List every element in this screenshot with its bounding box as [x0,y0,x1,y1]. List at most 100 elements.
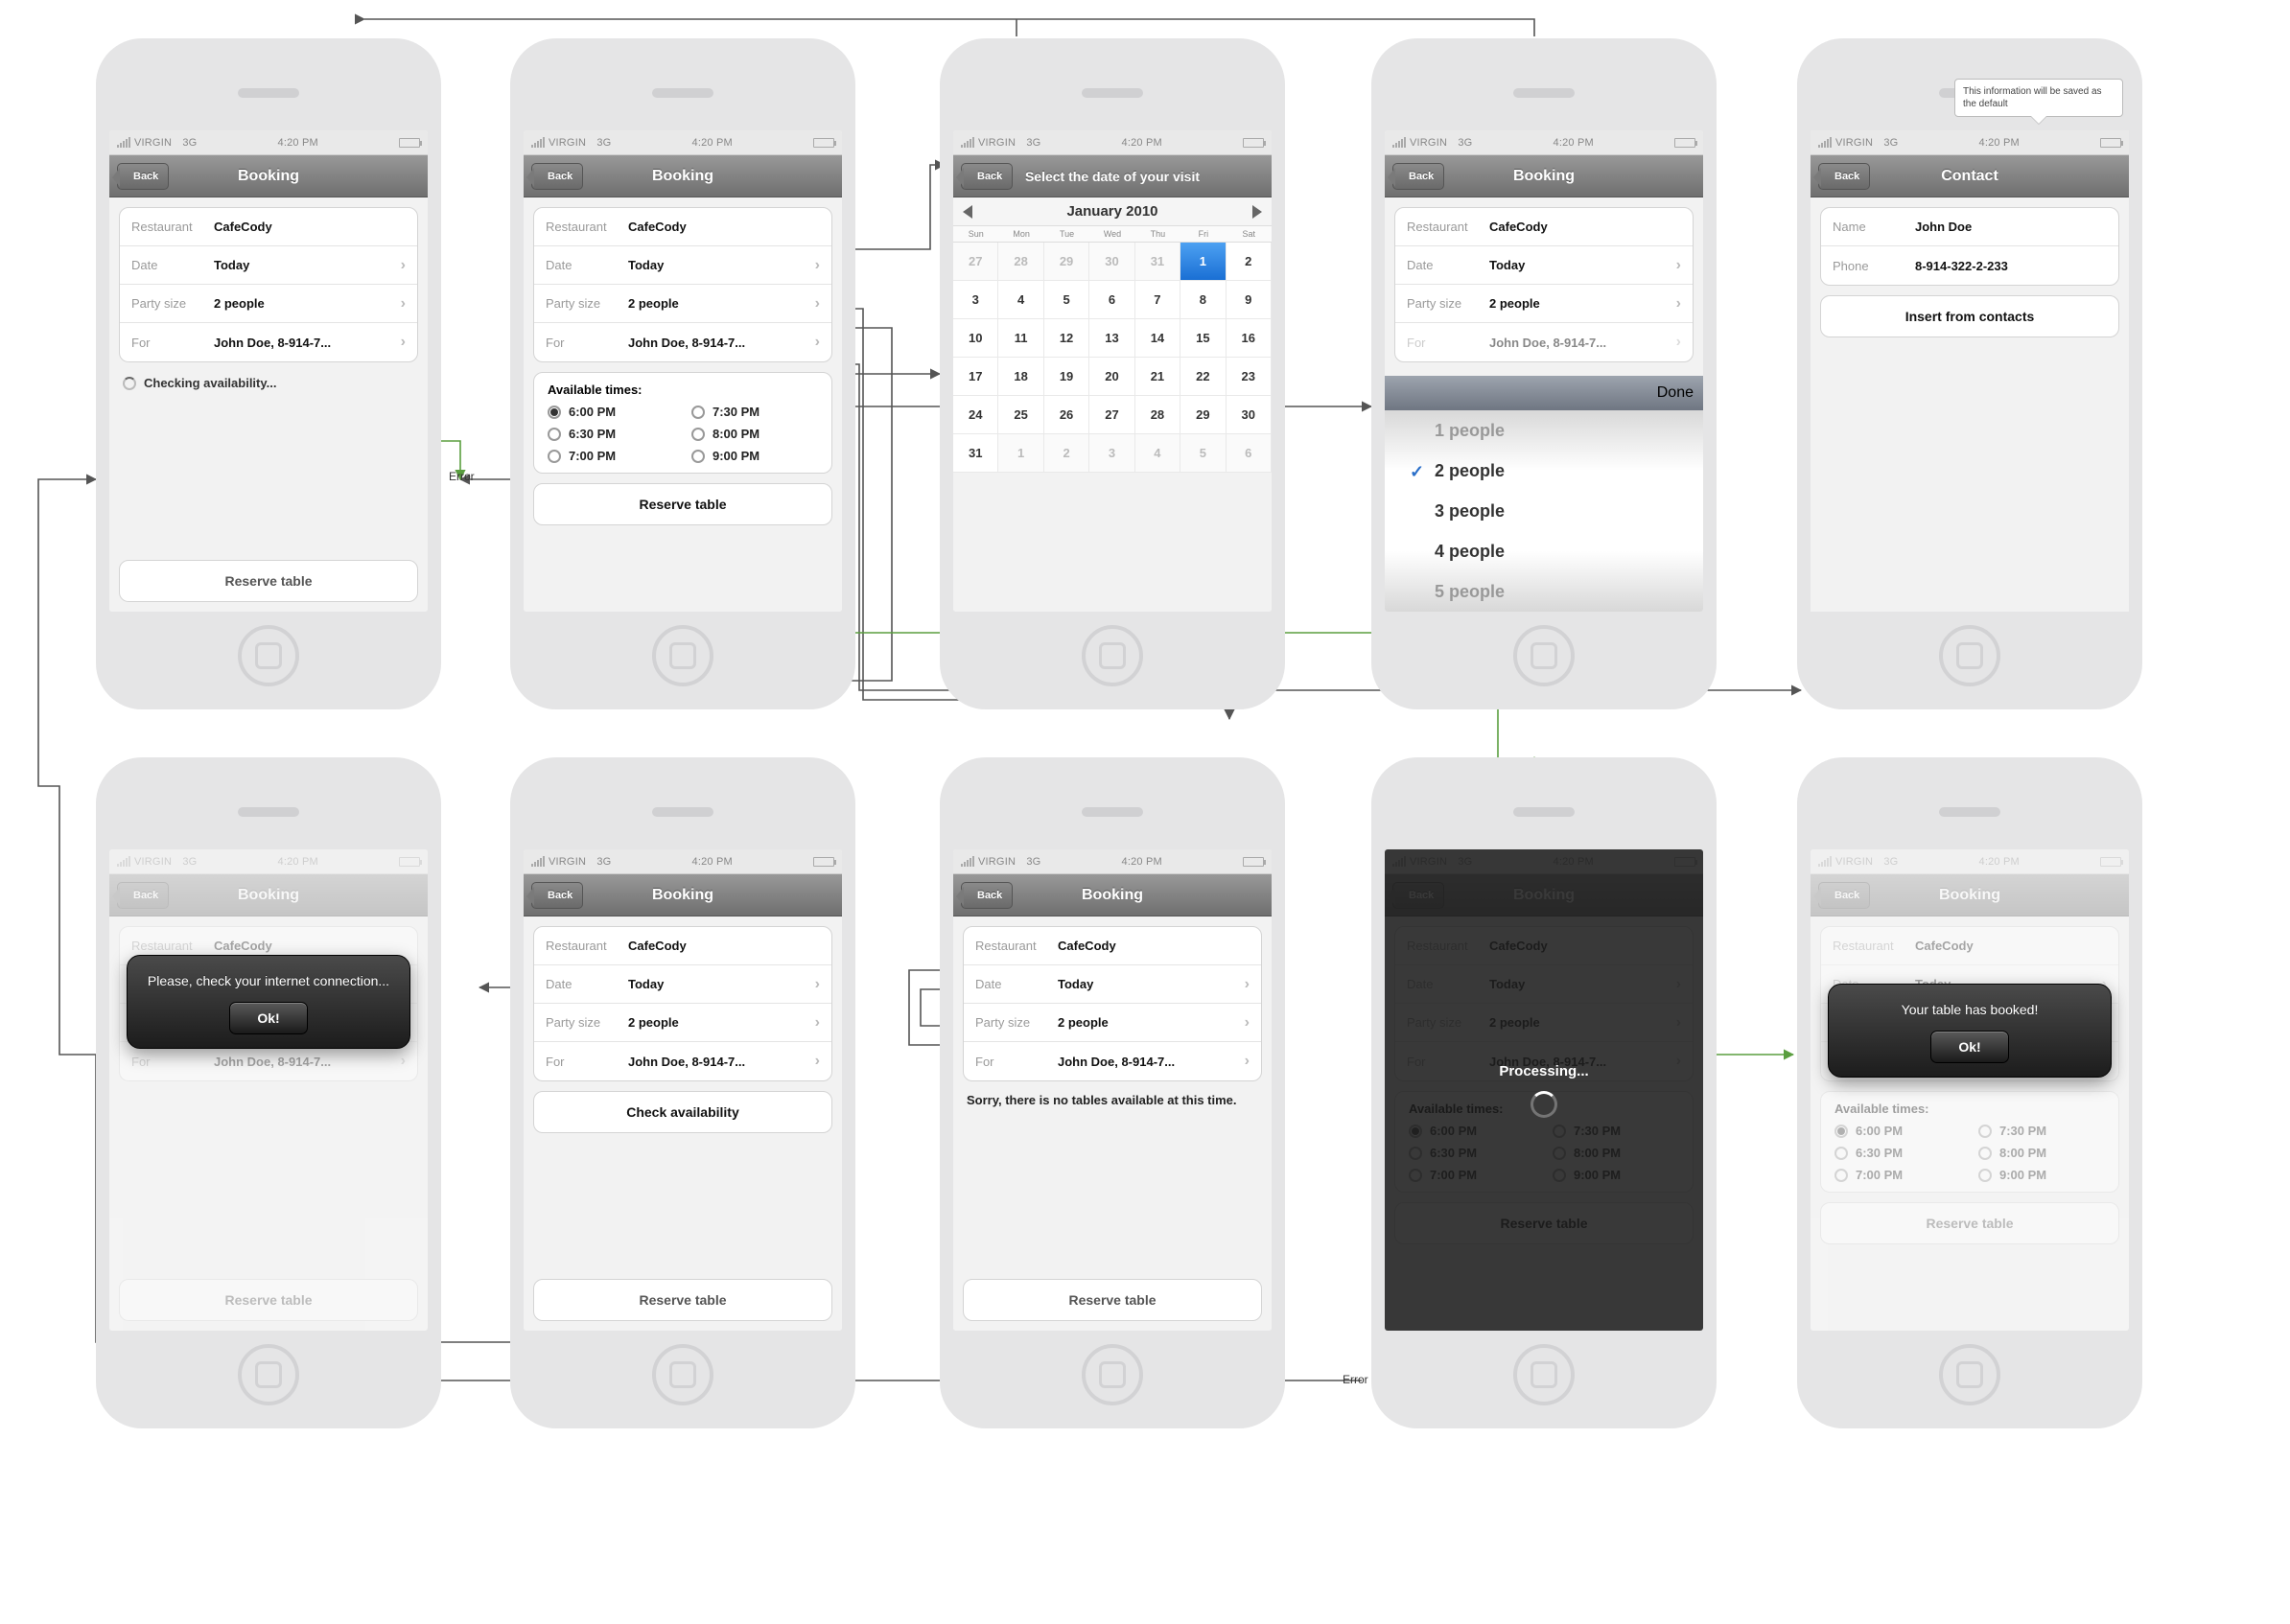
row-party-size[interactable]: Party size2 people› [534,285,831,323]
calendar-day[interactable]: 28 [998,243,1043,281]
calendar-day[interactable]: 31 [953,434,998,473]
back-button[interactable]: Back [117,882,169,909]
row-phone[interactable]: Phone8-914-322-2-233 [1821,246,2118,285]
time-option[interactable]: 9:00 PM [691,449,818,463]
calendar-day[interactable]: 1 [998,434,1043,473]
calendar-day[interactable]: 27 [953,243,998,281]
calendar-day[interactable]: 24 [953,396,998,434]
calendar-day[interactable]: 25 [998,396,1043,434]
time-option[interactable]: 7:30 PM [1978,1124,2105,1138]
calendar-day[interactable]: 31 [1135,243,1180,281]
row-for[interactable]: ForJohn Doe, 8-914-7...› [964,1042,1261,1080]
time-option[interactable]: 6:30 PM [548,427,674,441]
chevron-right-icon: › [815,295,820,313]
calendar-day[interactable]: 27 [1089,396,1134,434]
calendar-day[interactable]: 23 [1227,358,1272,396]
calendar-day[interactable]: 16 [1227,319,1272,358]
row-date[interactable]: DateToday› [120,246,417,285]
row-party-size[interactable]: Party size2 people› [964,1004,1261,1042]
calendar-day[interactable]: 20 [1089,358,1134,396]
calendar-day[interactable]: 30 [1089,243,1134,281]
calendar-day[interactable]: 13 [1089,319,1134,358]
time-option[interactable]: 7:30 PM [691,405,818,419]
calendar-day[interactable]: 2 [1227,243,1272,281]
calendar-day[interactable]: 28 [1135,396,1180,434]
row-date[interactable]: DateToday› [534,246,831,285]
calendar-day[interactable]: 26 [1044,396,1089,434]
calendar-day[interactable]: 1 [1180,243,1226,281]
calendar-day[interactable]: 6 [1089,281,1134,319]
calendar-day[interactable]: 17 [953,358,998,396]
next-month-button[interactable] [1252,205,1262,219]
row-date[interactable]: DateToday› [534,965,831,1004]
time-option[interactable]: 7:00 PM [548,449,674,463]
row-for[interactable]: ForJohn Doe, 8-914-7...› [534,1042,831,1080]
time-option[interactable]: 6:30 PM [1834,1146,1961,1160]
back-button[interactable]: Back [961,882,1013,909]
calendar-day[interactable]: 11 [998,319,1043,358]
calendar-day[interactable]: 7 [1135,281,1180,319]
row-date[interactable]: DateToday› [964,965,1261,1004]
row-party-size[interactable]: Party size2 people› [120,285,417,323]
time-option[interactable]: 8:00 PM [1978,1146,2105,1160]
calendar-day[interactable]: 5 [1044,281,1089,319]
ok-button[interactable]: Ok! [229,1002,307,1034]
insert-from-contacts-button[interactable]: Insert from contacts [1820,295,2119,337]
picker-option[interactable]: 5 people [1385,571,1703,612]
calendar-day[interactable]: 29 [1180,396,1226,434]
back-button[interactable]: Back [531,882,583,909]
calendar-day[interactable]: 2 [1044,434,1089,473]
row-party-size[interactable]: Party size2 people› [1395,285,1693,323]
calendar-day[interactable]: 3 [953,281,998,319]
row-name[interactable]: NameJohn Doe [1821,208,2118,246]
calendar-day[interactable]: 22 [1180,358,1226,396]
picker-option[interactable]: 3 people [1385,491,1703,531]
party-size-picker[interactable]: 1 people✓2 people3 people4 people5 peopl… [1385,410,1703,612]
time-option[interactable]: 6:00 PM [548,405,674,419]
reserve-button[interactable]: Reserve table [963,1279,1262,1321]
screen-date-picker: VIRGIN 3G4:20 PM BackSelect the date of … [940,38,1285,709]
back-button[interactable]: Back [117,163,169,190]
chevron-right-icon: › [1245,1053,1250,1070]
ok-button[interactable]: Ok! [1930,1031,2008,1063]
calendar-day[interactable]: 5 [1180,434,1226,473]
picker-option[interactable]: 2 people [1385,451,1703,491]
time-option[interactable]: 9:00 PM [1978,1168,2105,1182]
back-button[interactable]: Back [1818,163,1870,190]
check-availability-button[interactable]: Check availability [533,1091,832,1133]
calendar-day[interactable]: 29 [1044,243,1089,281]
row-for[interactable]: ForJohn Doe, 8-914-7...› [534,323,831,361]
calendar-day[interactable]: 4 [998,281,1043,319]
picker-option[interactable]: 1 people [1385,410,1703,451]
prev-month-button[interactable] [963,205,972,219]
time-option[interactable]: 6:00 PM [1834,1124,1961,1138]
calendar-day[interactable]: 12 [1044,319,1089,358]
row-for[interactable]: ForJohn Doe, 8-914-7...› [1395,323,1693,361]
calendar-day[interactable]: 18 [998,358,1043,396]
calendar-day[interactable]: 9 [1227,281,1272,319]
calendar-day[interactable]: 30 [1227,396,1272,434]
time-option[interactable]: 8:00 PM [691,427,818,441]
back-button[interactable]: Back [961,163,1013,190]
calendar-day[interactable]: 4 [1135,434,1180,473]
time-option[interactable]: 7:00 PM [1834,1168,1961,1182]
back-button[interactable]: Back [1392,163,1444,190]
calendar-day[interactable]: 14 [1135,319,1180,358]
calendar-day[interactable]: 8 [1180,281,1226,319]
reserve-button[interactable]: Reserve table [533,1279,832,1321]
calendar-day[interactable]: 6 [1227,434,1272,473]
back-button[interactable]: Back [531,163,583,190]
picker-sheet: Done 1 people✓2 people3 people4 people5 … [1385,376,1703,612]
calendar-day[interactable]: 10 [953,319,998,358]
calendar-day[interactable]: 15 [1180,319,1226,358]
row-date[interactable]: DateToday› [1395,246,1693,285]
done-button[interactable]: Done [1657,384,1694,402]
calendar-day[interactable]: 21 [1135,358,1180,396]
row-for[interactable]: ForJohn Doe, 8-914-7...› [120,323,417,361]
reserve-button[interactable]: Reserve table [533,483,832,525]
row-party-size[interactable]: Party size2 people› [534,1004,831,1042]
picker-option[interactable]: 4 people [1385,531,1703,571]
calendar-day[interactable]: 3 [1089,434,1134,473]
calendar-day[interactable]: 19 [1044,358,1089,396]
reserve-button[interactable]: Reserve table [119,560,418,602]
